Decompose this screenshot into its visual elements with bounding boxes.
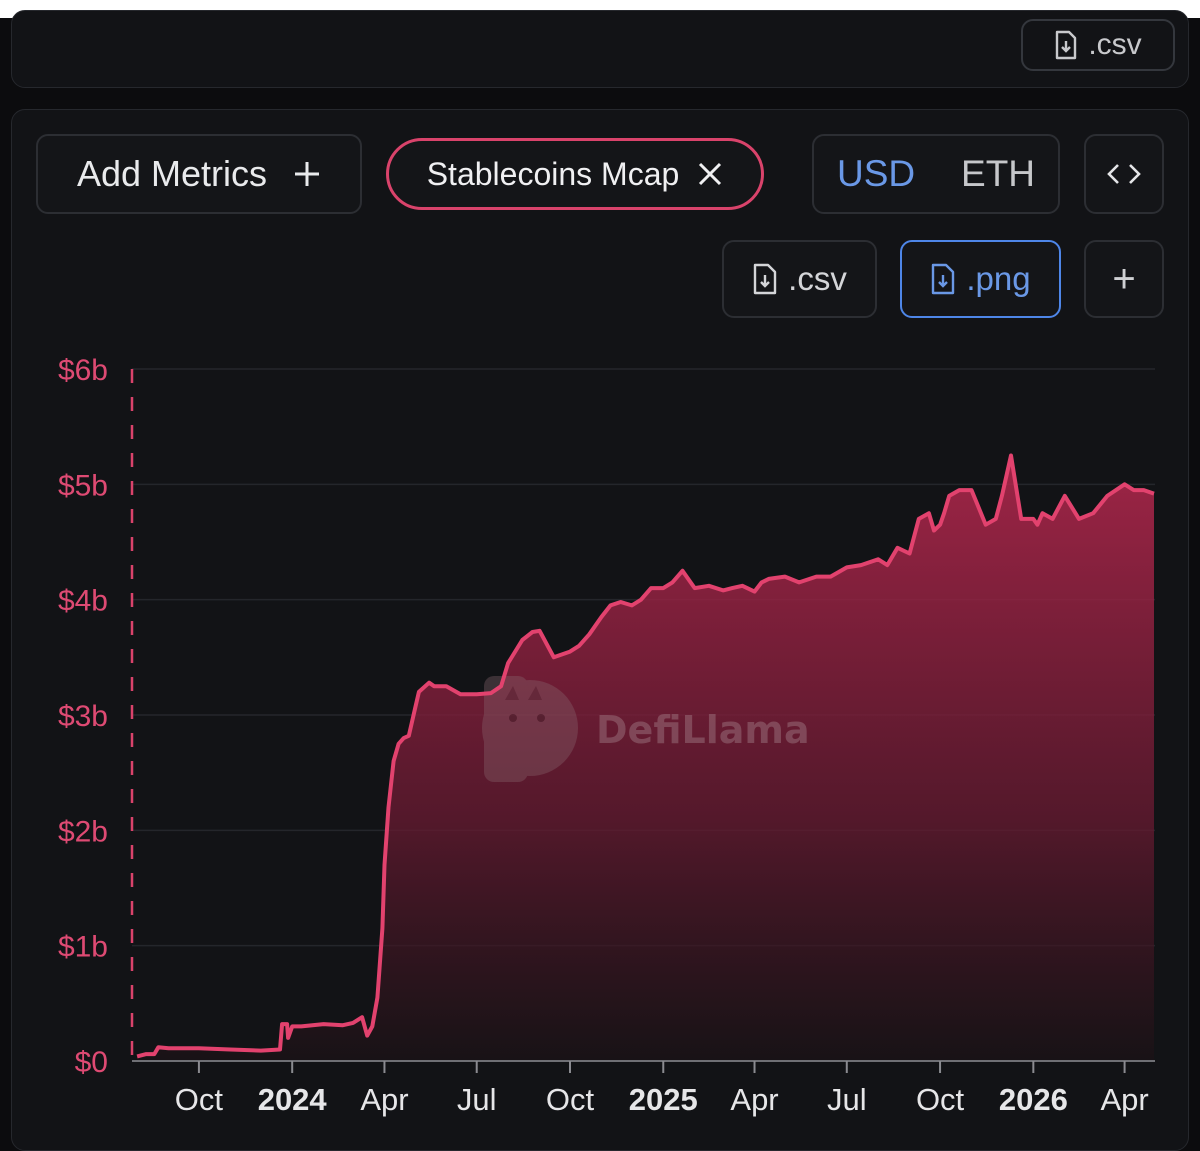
embed-button[interactable] bbox=[1084, 134, 1164, 214]
download-png-button[interactable]: .png bbox=[900, 240, 1061, 318]
x-tick-label-6: Apr bbox=[730, 1082, 778, 1117]
x-tick-label-1: 2024 bbox=[258, 1082, 328, 1117]
previous-csv-button[interactable]: .csv bbox=[1021, 19, 1175, 71]
code-icon bbox=[1107, 164, 1141, 184]
currency-usd-option[interactable]: USD bbox=[837, 153, 915, 195]
x-tick-label-8: Oct bbox=[916, 1082, 965, 1117]
plus-icon bbox=[295, 162, 320, 186]
stablecoins-mcap-chart: DefiLlama $0 $1b $2b $3b $4b $5b $6b Oct 2024 Ap… bbox=[58, 354, 1155, 1117]
x-axis: Oct 2024 Apr Jul Oct 2025 Apr Jul Oct 2026 Apr bbox=[175, 1061, 1149, 1117]
x-tick-label-0: Oct bbox=[175, 1082, 224, 1117]
metric-chip-stablecoins-mcap[interactable]: Stablecoins Mcap bbox=[386, 138, 764, 210]
add-button[interactable]: + bbox=[1084, 240, 1164, 318]
series-area-stablecoins-mcap bbox=[137, 455, 1155, 1061]
file-download-icon bbox=[932, 263, 955, 295]
y-tick-label-0: $0 bbox=[75, 1046, 108, 1079]
y-tick-label-3: $3b bbox=[58, 700, 108, 733]
y-tick-label-5: $5b bbox=[58, 469, 108, 502]
x-tick-label-5: 2025 bbox=[629, 1082, 698, 1117]
currency-eth-option[interactable]: ETH bbox=[961, 153, 1035, 195]
previous-chart-card: .csv bbox=[11, 10, 1189, 88]
x-tick-label-7: Jul bbox=[827, 1082, 867, 1117]
metric-chip-label: Stablecoins Mcap bbox=[426, 155, 680, 192]
add-metrics-label: Add Metrics bbox=[76, 153, 268, 194]
y-axis: $0 $1b $2b $3b $4b $5b $6b bbox=[58, 354, 108, 1079]
watermark-text: DefiLlama bbox=[596, 708, 810, 752]
file-download-icon bbox=[753, 263, 777, 295]
y-tick-label-1: $1b bbox=[58, 931, 108, 964]
download-csv-button[interactable]: .csv bbox=[722, 240, 877, 318]
previous-csv-label: .csv bbox=[1088, 28, 1142, 61]
close-icon[interactable] bbox=[697, 161, 723, 187]
y-tick-label-6: $6b bbox=[58, 354, 108, 387]
currency-toggle: USD ETH bbox=[812, 134, 1060, 214]
x-tick-label-10: Apr bbox=[1100, 1082, 1148, 1117]
x-tick-label-2: Apr bbox=[360, 1082, 408, 1117]
y-tick-label-2: $2b bbox=[58, 815, 108, 848]
add-metrics-button[interactable]: Add Metrics bbox=[36, 134, 362, 214]
x-tick-label-4: Oct bbox=[546, 1082, 595, 1117]
plus-label: + bbox=[1112, 256, 1136, 301]
x-tick-label-3: Jul bbox=[457, 1082, 497, 1117]
csv-label: .csv bbox=[788, 260, 847, 297]
png-label: .png bbox=[966, 260, 1031, 297]
y-tick-label-4: $4b bbox=[58, 585, 108, 618]
file-download-icon bbox=[1056, 30, 1077, 60]
x-tick-label-9: 2026 bbox=[999, 1082, 1068, 1117]
